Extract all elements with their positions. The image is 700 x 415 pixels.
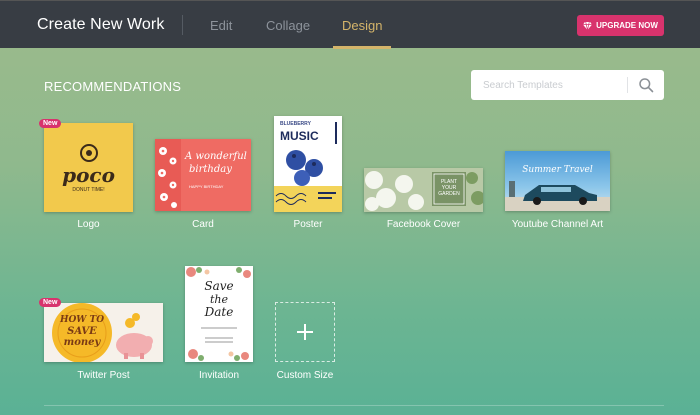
template-label-poster: Poster xyxy=(293,219,323,230)
twitter-line2-text: SAVE xyxy=(67,326,97,337)
section-title: RECOMMENDATIONS xyxy=(44,79,182,94)
template-label-invitation: Invitation xyxy=(198,370,240,381)
template-card[interactable]: A wonderful birthday HAPPY BIRTHDAY xyxy=(155,139,251,211)
top-bar: Create New Work Edit Collage Design UPGR… xyxy=(0,0,700,49)
facebook-cover-line3-text: GARDEN xyxy=(438,191,460,197)
template-twitter-post[interactable]: HOW TO SAVE money xyxy=(44,303,163,362)
diamond-icon xyxy=(583,21,593,30)
template-label-facebook-cover: Facebook Cover xyxy=(386,219,461,230)
card-line2-text: birthday xyxy=(189,164,232,175)
active-tab-indicator xyxy=(333,46,391,49)
template-label-card: Card xyxy=(192,219,214,230)
poster-berries-art xyxy=(274,122,342,212)
template-youtube-channel-art[interactable]: Summer Travel xyxy=(505,151,610,211)
bottom-divider xyxy=(44,405,664,406)
card-flower-art xyxy=(155,139,181,211)
youtube-car-art xyxy=(505,181,610,211)
logo-brand-text: poco xyxy=(62,163,115,187)
template-invitation[interactable]: Save the Date xyxy=(185,266,253,362)
title-divider xyxy=(182,15,183,35)
invitation-line3-text: Date xyxy=(204,305,234,319)
plus-icon xyxy=(297,324,313,340)
search-input[interactable] xyxy=(483,77,623,93)
tab-edit[interactable]: Edit xyxy=(210,18,232,33)
app-title: Create New Work xyxy=(37,16,165,33)
youtube-title-text: Summer Travel xyxy=(522,165,593,175)
twitter-line1-text: HOW TO xyxy=(59,315,105,325)
template-logo[interactable]: poco DONUT TIME! xyxy=(44,123,133,212)
facebook-cover-flowers-art xyxy=(364,168,483,212)
upgrade-label: UPGRADE NOW xyxy=(596,21,658,30)
template-poster[interactable]: BLUEBERRY MUSIC xyxy=(274,116,342,212)
tab-design[interactable]: Design xyxy=(342,18,382,33)
template-label-youtube-channel-art: Youtube Channel Art xyxy=(511,219,604,230)
twitter-line3-text: money xyxy=(63,337,101,348)
card-line1-text: A wonderful xyxy=(185,151,247,162)
new-badge: New xyxy=(39,298,62,307)
upgrade-button[interactable]: UPGRADE NOW xyxy=(577,15,664,36)
template-label-custom-size: Custom Size xyxy=(276,370,334,381)
invitation-line1-text: Save xyxy=(204,279,234,293)
tab-collage[interactable]: Collage xyxy=(266,18,310,33)
search-box xyxy=(471,70,664,100)
logo-tagline-text: DONUT TIME! xyxy=(72,187,105,193)
search-separator xyxy=(627,77,628,93)
card-small-text: HAPPY BIRTHDAY xyxy=(189,184,224,189)
template-label-logo: Logo xyxy=(77,219,100,230)
template-label-twitter-post: Twitter Post xyxy=(77,370,130,381)
new-badge: New xyxy=(39,119,62,128)
template-facebook-cover[interactable]: PLANT YOUR GARDEN xyxy=(364,168,483,212)
search-icon[interactable] xyxy=(638,77,654,93)
custom-size-button[interactable] xyxy=(275,302,335,362)
